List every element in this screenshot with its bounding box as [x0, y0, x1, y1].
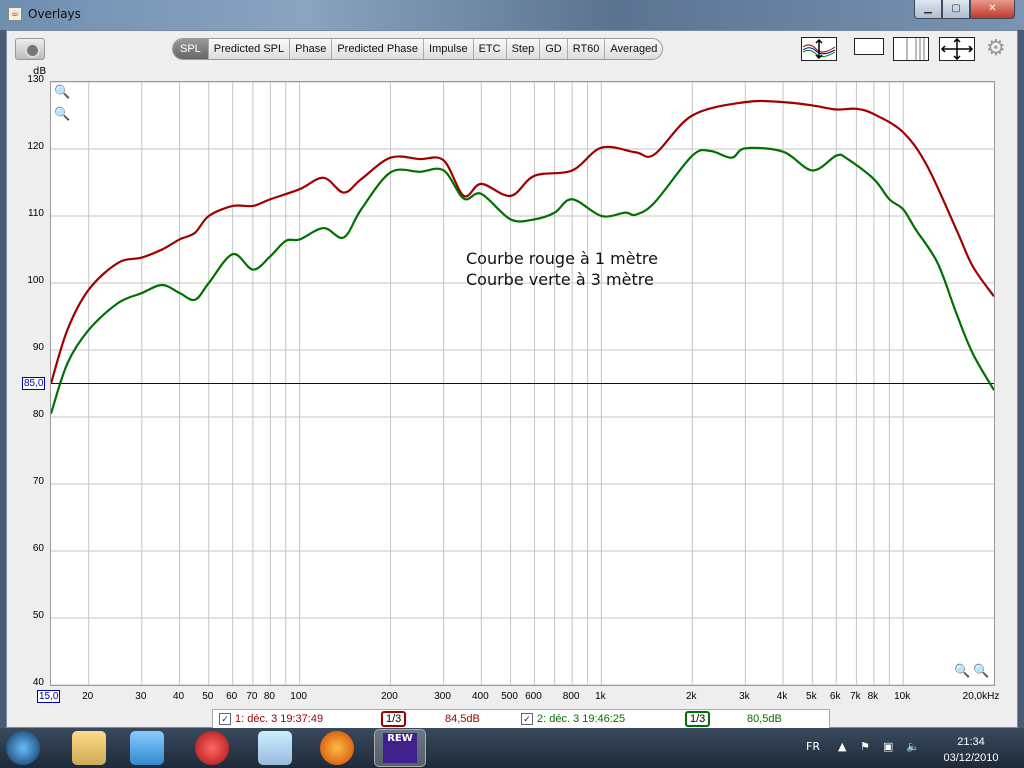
y-tick-label: 40 — [32, 677, 44, 688]
tab-impulse[interactable]: Impulse — [423, 39, 473, 59]
firefox-icon[interactable] — [320, 731, 354, 765]
x-tick-label: 300 — [434, 691, 451, 702]
series-1-line — [49, 99, 995, 384]
x-tick-label: 30 — [135, 691, 147, 702]
x-tick-label: 20,0kHz — [962, 691, 1000, 702]
x-tick-label: 6k — [829, 691, 841, 702]
tab-predicted-phase[interactable]: Predicted Phase — [331, 39, 423, 59]
fit-axes-icon[interactable] — [939, 37, 975, 61]
explorer-icon[interactable] — [72, 731, 106, 765]
measurement-1-smoothing[interactable]: 1/3 — [381, 711, 407, 727]
language-indicator[interactable]: FR — [806, 740, 820, 753]
x-tick-label: 2k — [685, 691, 697, 702]
java-icon: ☕ — [8, 7, 22, 21]
x-tick-label: 400 — [471, 691, 489, 702]
x-tick-label: 10k — [894, 691, 911, 702]
measurement-2-level: 80,5dB — [747, 713, 782, 725]
x-tick-label: 80 — [263, 691, 275, 702]
measurement-2-checkbox[interactable]: ✓ — [521, 713, 533, 725]
maximize-button[interactable]: ▢ — [942, 0, 970, 19]
y-tick-label: 130 — [27, 74, 44, 85]
camera-icon[interactable] — [15, 38, 45, 60]
limits-icon[interactable] — [854, 38, 884, 55]
volume-icon[interactable]: 🔈 — [906, 740, 920, 753]
measurement-2-smoothing[interactable]: 1/3 — [685, 711, 711, 727]
x-tick-label: 20 — [82, 691, 94, 702]
x-tick-label: 70 — [246, 691, 258, 702]
rew-icon: REW — [383, 733, 417, 763]
x-tick-label: 50 — [202, 691, 214, 702]
clock-date: 03/12/2010 — [943, 752, 999, 764]
x-start-label[interactable]: 15,0 — [37, 690, 61, 703]
minimize-button[interactable]: ▁ — [914, 0, 942, 19]
x-tick-label: 5k — [806, 691, 817, 702]
y-tick-label: 60 — [32, 543, 44, 554]
x-tick-label: 60 — [226, 691, 238, 702]
app-icon[interactable] — [195, 731, 229, 765]
x-tick-label: 800 — [562, 691, 580, 702]
y-tick-label: 90 — [32, 342, 44, 353]
tab-gd[interactable]: GD — [539, 39, 567, 59]
reference-level-label[interactable]: 85,0 — [22, 377, 46, 390]
chart-svg — [49, 81, 995, 686]
graph-tabs: SPL Predicted SPL Phase Predicted Phase Impu… — [172, 38, 664, 60]
zoom-in-x-icon[interactable]: 🔍 — [973, 664, 989, 679]
x-tick-label: 100 — [290, 691, 307, 702]
x-tick-label: 7k — [850, 691, 861, 702]
annotation-text: Courbe rouge à 1 mètre Courbe verte à 3 … — [466, 248, 658, 290]
legend-bar: ✓ 1: déc. 3 19:37:49 1/3 84,5dB ✓ 2: déc… — [212, 709, 830, 729]
window-title: Overlays — [28, 7, 81, 21]
tab-etc[interactable]: ETC — [472, 39, 506, 59]
start-button[interactable] — [6, 731, 40, 765]
annotation-line-2: Courbe verte à 3 mètre — [466, 270, 654, 289]
y-tick-label: 110 — [28, 208, 44, 219]
close-button[interactable]: ✕ — [970, 0, 1015, 19]
x-tick-label: 600 — [525, 691, 542, 702]
clock-time: 21:34 — [957, 736, 985, 748]
measurement-2-label: 2: déc. 3 19:46:25 — [537, 713, 626, 725]
taskbar: REW FR ▲ ⚑ ▣ 🔈 21:34 03/12/2010 — [0, 728, 1024, 768]
y-tick-label: 120 — [27, 141, 44, 152]
tab-phase[interactable]: Phase — [289, 39, 331, 59]
y-tick-label: 50 — [32, 610, 44, 621]
measurement-1-level: 84,5dB — [445, 713, 480, 725]
gear-icon[interactable]: ⚙ — [986, 38, 1008, 60]
tab-averaged[interactable]: Averaged — [604, 39, 662, 59]
rew-taskbar-button[interactable]: REW — [374, 729, 426, 767]
y-tick-label: 80 — [32, 409, 44, 420]
y-tick-label: 70 — [32, 476, 44, 487]
x-tick-label: 200 — [381, 691, 398, 702]
clock[interactable]: 21:34 03/12/2010 — [936, 734, 1006, 766]
spl-plot[interactable]: 🔍 🔍 🔍 🔍 — [49, 81, 995, 686]
tab-predicted-spl[interactable]: Predicted SPL — [207, 39, 289, 59]
network-icon[interactable]: ▣ — [883, 740, 893, 753]
x-tick-label: 4k — [776, 691, 788, 702]
tab-spl[interactable]: SPL — [173, 39, 208, 59]
tab-step[interactable]: Step — [505, 39, 540, 59]
x-tick-label: 8k — [867, 691, 879, 702]
measurement-1-label: 1: déc. 3 19:37:49 — [235, 713, 324, 725]
x-tick-label: 500 — [501, 691, 518, 702]
tab-rt60[interactable]: RT60 — [566, 39, 605, 59]
x-tick-label: 3k — [739, 691, 750, 702]
action-center-icon[interactable]: ⚑ — [860, 740, 870, 753]
measurement-1-checkbox[interactable]: ✓ — [219, 713, 231, 725]
zoom-out-icon[interactable]: 🔍 — [54, 107, 70, 122]
x-tick-label: 40 — [172, 691, 185, 702]
zoom-out-x-icon[interactable]: 🔍 — [954, 664, 970, 679]
y-tick-label: 100 — [27, 275, 44, 286]
show-hidden-icons[interactable]: ▲ — [838, 740, 846, 753]
zoom-in-icon[interactable]: 🔍 — [54, 85, 70, 100]
grid-icon[interactable] — [893, 37, 929, 61]
x-tick-label: 1k — [595, 691, 606, 702]
vertical-scale-icon[interactable] — [801, 37, 837, 61]
annotation-line-1: Courbe rouge à 1 mètre — [466, 249, 658, 268]
media-player-icon[interactable] — [130, 731, 164, 765]
folder-icon[interactable] — [258, 731, 292, 765]
title-bar: ☕ Overlays ▁ ▢ ✕ — [0, 0, 1024, 30]
